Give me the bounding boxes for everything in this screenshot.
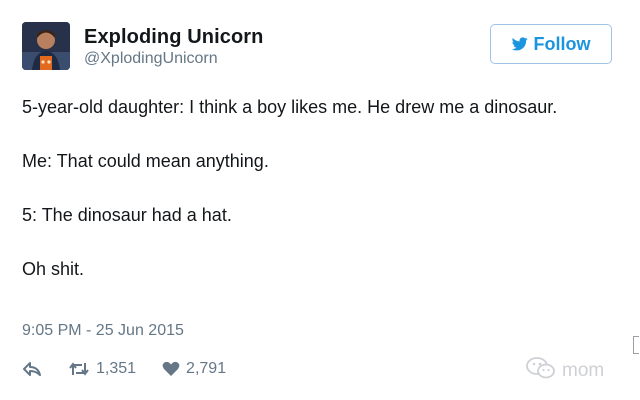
- retweet-count: 1,351: [96, 360, 137, 377]
- tweet-line: 5-year-old daughter: I think a boy likes…: [22, 97, 558, 117]
- display-name[interactable]: Exploding Unicorn: [84, 26, 263, 49]
- retweet-icon: [68, 361, 90, 377]
- user-handle[interactable]: @XplodingUnicorn: [84, 50, 218, 68]
- tweet-card: Exploding Unicorn @XplodingUnicorn Follo…: [0, 0, 640, 400]
- tweet-text: 5-year-old daughter: I think a boy likes…: [22, 94, 582, 283]
- reply-button[interactable]: [22, 361, 42, 377]
- avatar[interactable]: [22, 22, 70, 70]
- like-button[interactable]: 2,791: [162, 360, 226, 378]
- timestamp[interactable]: 9:05 PM - 25 Jun 2015: [22, 322, 184, 340]
- follow-button[interactable]: Follow: [490, 24, 612, 64]
- action-bar: 1,351 2,791: [22, 358, 252, 380]
- tweet-line: Oh shit.: [22, 259, 85, 279]
- tweet-line: 5: The dinosaur had a hat.: [22, 205, 232, 225]
- watermark-text: mom: [562, 360, 605, 381]
- retweet-button[interactable]: 1,351: [68, 360, 136, 378]
- twitter-bird-icon: [511, 37, 528, 51]
- edge-bracket: [633, 336, 639, 354]
- wechat-icon: [526, 356, 556, 386]
- watermark: mom: [526, 356, 604, 386]
- like-count: 2,791: [186, 360, 227, 377]
- follow-label: Follow: [533, 33, 591, 54]
- reply-icon: [22, 361, 42, 377]
- heart-icon: [162, 361, 180, 377]
- tweet-line: Me: That could mean anything.: [22, 151, 269, 171]
